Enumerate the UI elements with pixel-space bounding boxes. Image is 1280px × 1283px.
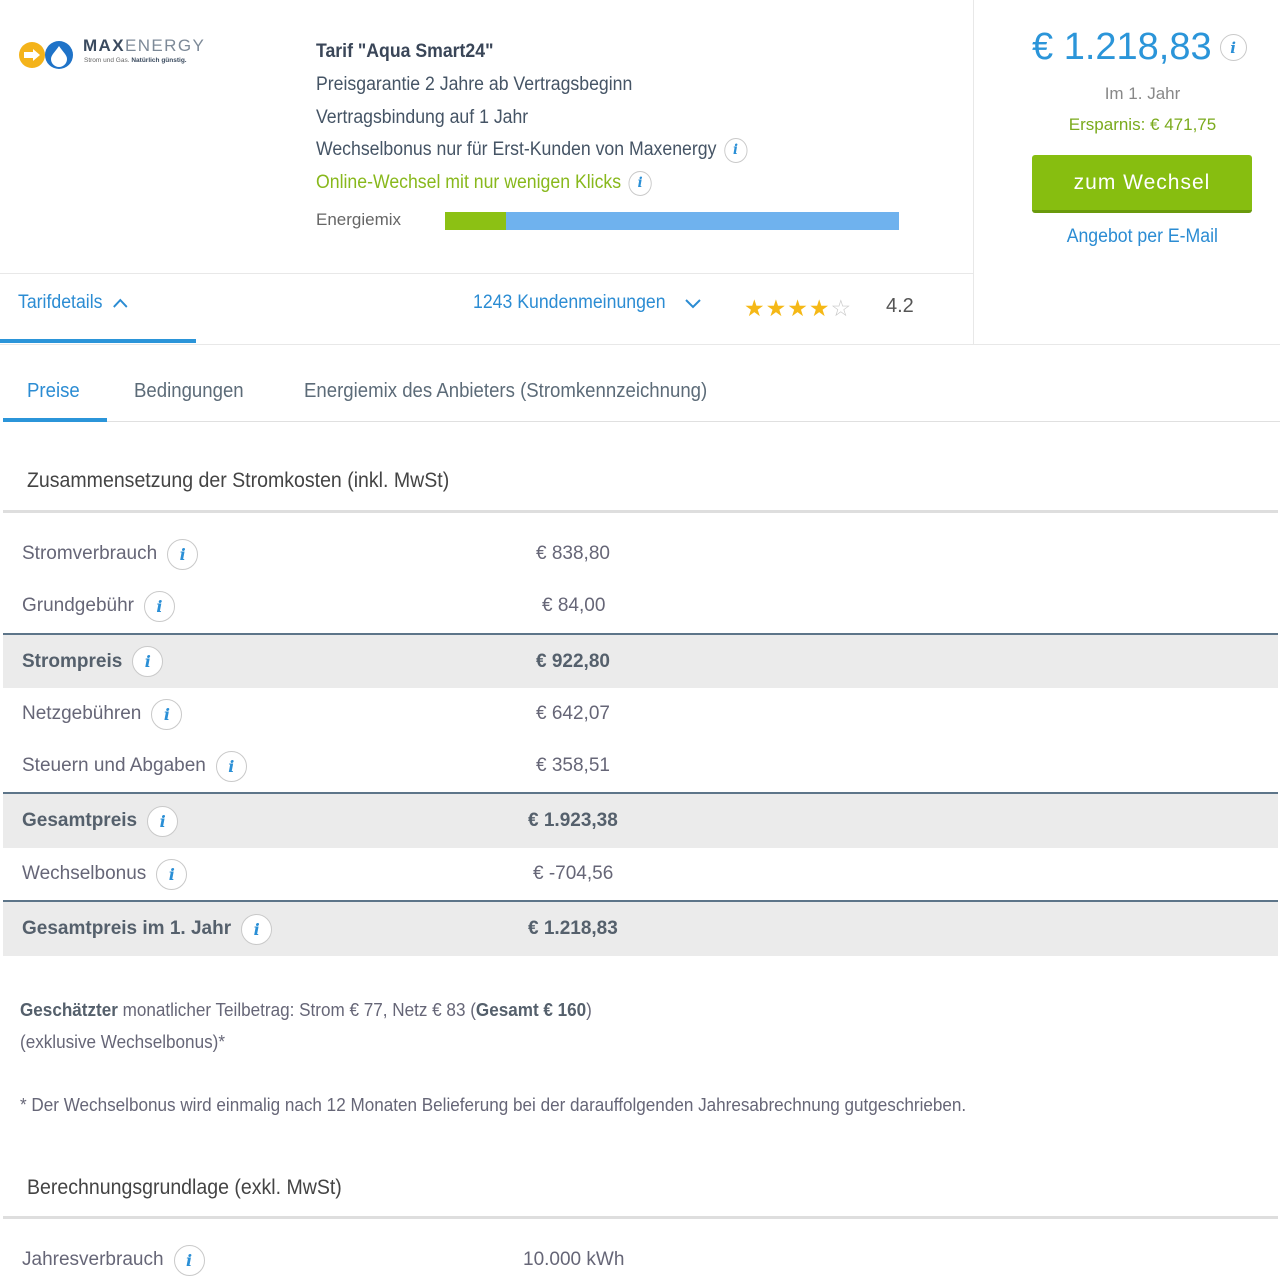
price-period: Im 1. Jahr [1104,84,1181,103]
tarif-features: Tarif "Aqua Smart24" Preisgarantie 2 Jah… [316,36,956,199]
cost-row: Steuern und Abgaben i € 358,51 [3,740,1278,792]
cost-row-value: € 1.218,83 [528,918,618,939]
cost-section-title: Zusammensetzung der Stromkosten (inkl. M… [27,469,450,492]
star-icon: ☆ [830,295,852,321]
cost-total-row: Strompreis i € 922,80 [3,633,1278,688]
section-divider [3,510,1278,513]
chevron-down-icon [685,299,701,309]
info-icon[interactable]: i [143,590,175,622]
energiemix-label: Energiemix [316,210,402,229]
cost-row-label: Strompreis i [22,646,164,677]
annual-price-value: € 1.218,83 [1032,26,1212,68]
energiemix-green-share [445,212,507,230]
provider-logo[interactable]: MAXENERGY Strom und Gas. Natürlich günst… [18,36,218,76]
cost-row-label: Stromverbrauch i [22,538,199,570]
star-icon: ★ [744,295,765,321]
basis-section-title: Berechnungsgrundlage (exkl. MwSt) [27,1176,342,1199]
tarif-title: Tarif "Aqua Smart24" [316,41,494,63]
monthly-estimate: Geschätzter monatlicher Teilbetrag: Stro… [20,1000,592,1020]
annual-price: € 1.218,83 i [1032,26,1247,69]
cost-row-label: Wechselbonus i [22,858,188,890]
info-icon[interactable]: i [147,805,179,837]
bonus-footnote: * Der Wechselbonus wird einmalig nach 12… [20,1095,967,1115]
info-icon[interactable]: i [241,913,273,945]
basis-row: Jahresverbrauch i 10.000 kWh [3,1234,1278,1283]
cost-row-value: € 84,00 [542,595,606,616]
tarifdetails-active-underline [0,339,196,343]
star-icon: ★ [808,295,830,321]
summary-divider [973,0,974,345]
cost-row: Stromverbrauch i € 838,80 [3,528,1278,580]
info-icon[interactable]: i [1219,34,1247,61]
cost-total-row: Gesamtpreis im 1. Jahr i € 1.218,83 [3,900,1278,956]
tarif-feature: Wechselbonus nur für Erst-Kunden von Max… [316,134,911,167]
basis-row-label: Jahresverbrauch i [22,1244,205,1276]
cost-row-value: € 838,80 [536,543,610,564]
card-bottom-border [0,344,1280,345]
info-icon[interactable]: i [215,750,247,782]
savings-text: Ersparnis: € 471,75 [1068,115,1217,134]
info-icon[interactable]: i [173,1244,205,1276]
tab-active-underline [3,418,107,422]
cost-total-row: Gesamtpreis i € 1.923,38 [3,792,1278,848]
logo-wordmark: MAXENERGY [83,36,206,55]
energiemix-bar[interactable] [445,212,899,230]
cost-row-value: € 642,07 [536,703,610,724]
logo-icon [19,41,73,69]
rating-stars: ★ ★ ★ ★ ☆ [744,294,851,322]
tarifdetails-label: Tarifdetails [18,292,103,313]
cost-row-label: Gesamtpreis im 1. Jahr i [22,913,273,945]
info-icon[interactable]: i [151,698,183,730]
cost-row: Grundgebühr i € 84,00 [3,580,1278,632]
tab-bedingungen[interactable]: Bedingungen [134,380,244,403]
card-divider [0,273,973,274]
email-offer-label: Angebot per E-Mail [1066,226,1219,247]
cost-row: Netzgebühren i € 642,07 [3,688,1278,740]
tarif-feature: Preisgarantie 2 Jahre ab Vertragsbeginn [316,74,633,96]
rating-value: 4.2 [886,295,914,317]
switch-button[interactable]: zum Wechsel [1032,155,1252,213]
logo-tagline: Strom und Gas. Natürlich günstig. [84,57,187,64]
tarif-feature: Online-Wechsel mit nur wenigen Klicks i [316,167,911,200]
info-icon[interactable]: i [132,646,164,677]
section-divider [3,1216,1278,1219]
tab-energiemix[interactable]: Energiemix des Anbieters (Stromkennzeich… [304,380,707,403]
cost-row-value: € -704,56 [533,863,614,884]
email-offer-link[interactable]: Angebot per E-Mail [1000,226,1280,248]
info-icon[interactable]: i [167,538,199,570]
cost-row-value: € 922,80 [536,650,610,672]
cost-row: Wechselbonus i € -704,56 [3,848,1278,900]
monthly-estimate-note: (exklusive Wechselbonus)* [20,1032,225,1052]
info-icon[interactable]: i [723,137,748,163]
cost-row-label: Steuern und Abgaben i [22,750,247,782]
tarifdetails-toggle[interactable]: Tarifdetails [18,292,129,314]
tab-preise[interactable]: Preise [27,380,80,403]
cost-row-value: € 1.923,38 [528,810,618,831]
basis-row-value: 10.000 kWh [523,1249,625,1270]
chevron-up-icon [112,298,128,308]
reviews-label: 1243 Kundenmeinungen [473,292,666,313]
info-icon[interactable]: i [156,858,188,890]
cost-row-value: € 358,51 [536,755,610,776]
cost-row-label: Grundgebühr i [22,590,175,622]
reviews-toggle[interactable]: 1243 Kundenmeinungen [473,292,702,314]
star-icon: ★ [787,295,808,321]
detail-tabs: Preise Bedingungen Energiemix des Anbiet… [3,374,1280,422]
cost-row-label: Netzgebühren i [22,698,183,730]
info-icon[interactable]: i [628,170,652,196]
star-icon: ★ [765,295,787,321]
cost-row-label: Gesamtpreis i [22,805,179,837]
tarif-feature: Vertragsbindung auf 1 Jahr [316,106,529,128]
